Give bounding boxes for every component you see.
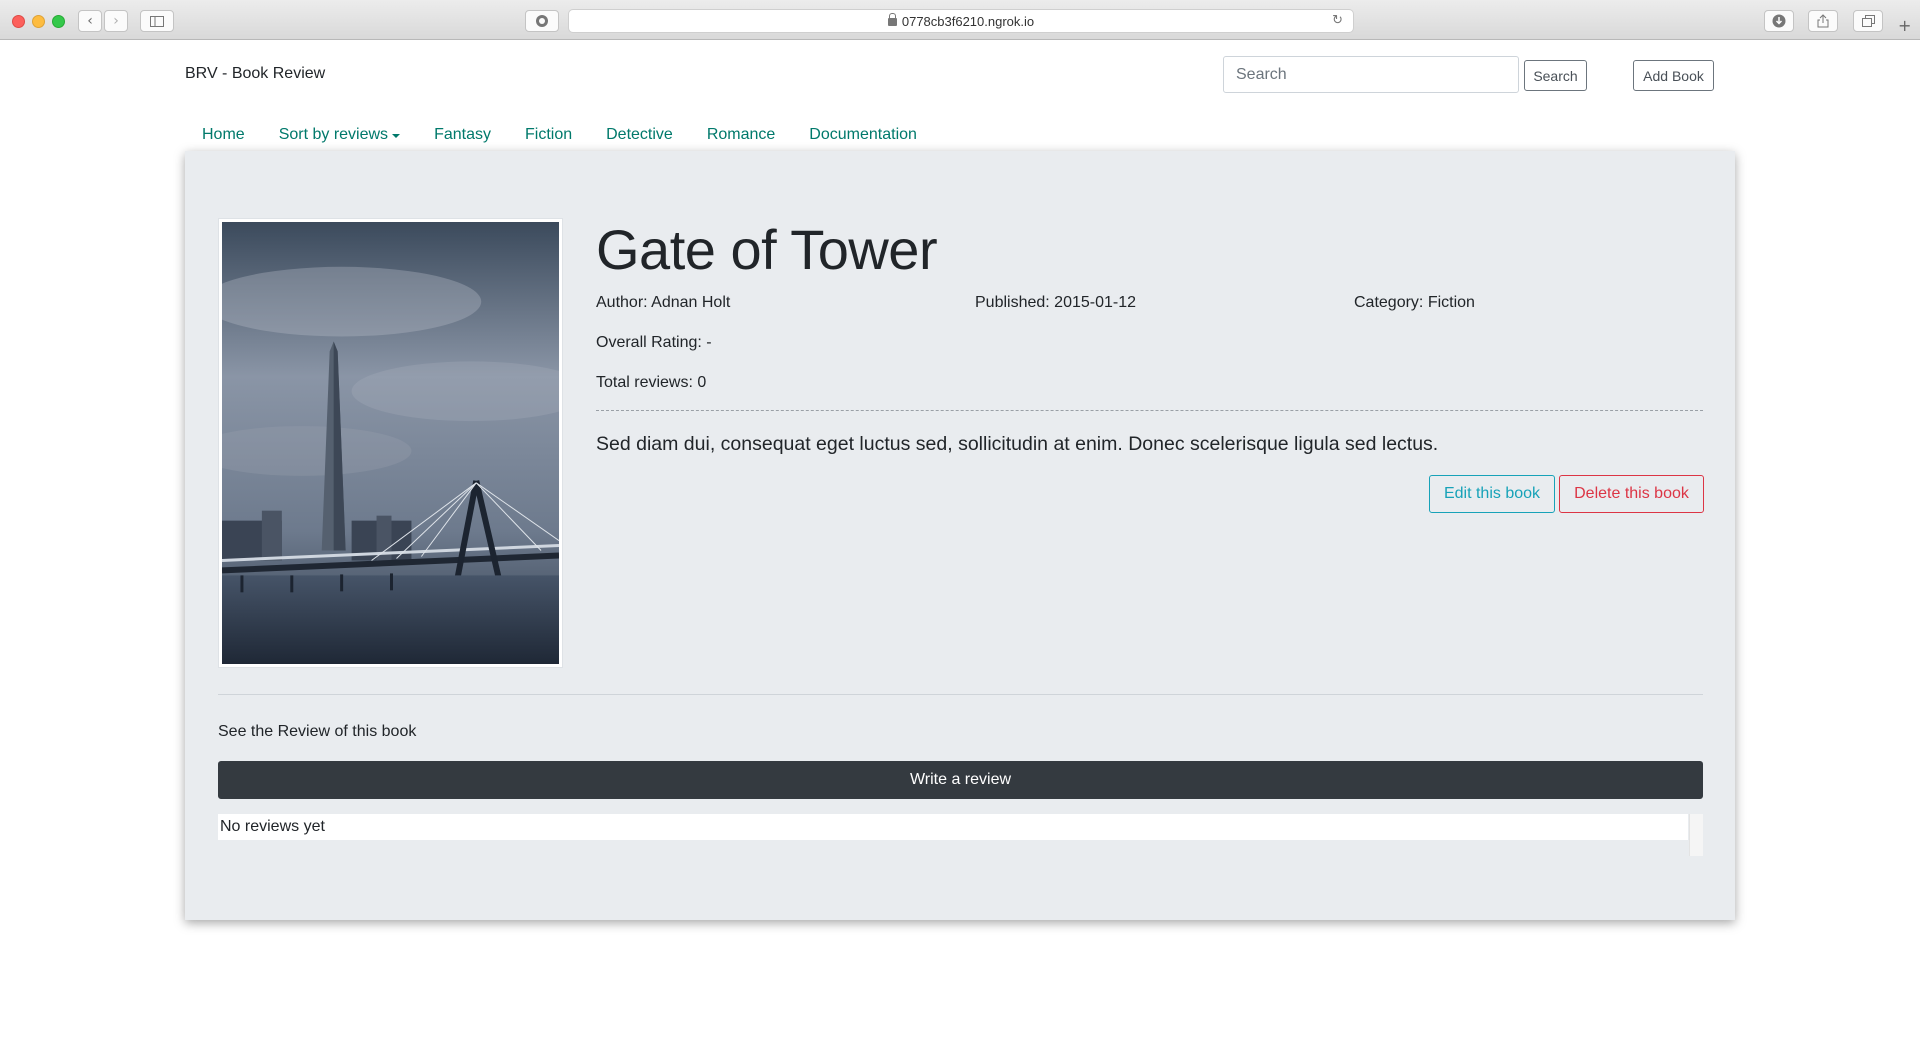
- tabs-icon[interactable]: [1853, 10, 1883, 32]
- address-bar[interactable]: 0778cb3f6210.ngrok.io ↻: [568, 9, 1354, 33]
- minimize-window-icon[interactable]: [32, 15, 45, 28]
- reviews-list: No reviews yet: [218, 814, 1688, 840]
- share-icon[interactable]: [1808, 10, 1838, 32]
- book-category: Category: Fiction: [1354, 294, 1475, 311]
- book-detail-card: Gate of Tower Author: Adnan Holt Publish…: [185, 151, 1735, 920]
- search-input[interactable]: [1223, 56, 1519, 93]
- book-cover-image: [218, 218, 563, 668]
- divider: [596, 410, 1703, 411]
- book-author: Author: Adnan Holt: [596, 294, 731, 311]
- reviews-scrollbar[interactable]: [1689, 814, 1703, 856]
- download-icon[interactable]: [1764, 10, 1794, 32]
- book-title: Gate of Tower: [596, 218, 938, 281]
- caret-down-icon: [392, 134, 401, 138]
- nav-fantasy[interactable]: Fantasy: [417, 120, 508, 150]
- section-divider: [218, 694, 1703, 695]
- nav-home[interactable]: Home: [185, 120, 262, 150]
- back-icon[interactable]: ‹: [78, 10, 102, 32]
- nav-fiction[interactable]: Fiction: [508, 120, 589, 150]
- lock-icon: [887, 13, 897, 26]
- browser-toolbar: ‹ › 0778cb3f6210.ngrok.io ↻ +: [0, 0, 1920, 40]
- nav-sort-label: Sort by reviews: [278, 126, 389, 143]
- book-description: Sed diam dui, consequat eget luctus sed,…: [596, 433, 1439, 455]
- delete-book-button[interactable]: Delete this book: [1559, 475, 1704, 513]
- nav-detective[interactable]: Detective: [589, 120, 690, 150]
- reviews-heading: See the Review of this book: [218, 723, 417, 740]
- nav-sort-by-reviews-dropdown[interactable]: Sort by reviews: [262, 120, 417, 150]
- brand-title[interactable]: BRV - Book Review: [185, 65, 325, 83]
- write-review-button[interactable]: Write a review: [218, 761, 1703, 799]
- close-window-icon[interactable]: [12, 15, 25, 28]
- edit-book-button[interactable]: Edit this book: [1429, 475, 1555, 513]
- search-button[interactable]: Search: [1524, 60, 1587, 91]
- no-reviews-text: No reviews yet: [220, 818, 325, 835]
- sidebar-icon[interactable]: [140, 10, 174, 32]
- city-bridge-photo: [222, 222, 559, 664]
- forward-icon[interactable]: ›: [104, 10, 128, 32]
- url-text: 0778cb3f6210.ngrok.io: [901, 13, 1035, 29]
- book-published: Published: 2015-01-12: [975, 294, 1137, 311]
- add-book-button[interactable]: Add Book: [1633, 60, 1714, 91]
- nav-romance[interactable]: Romance: [690, 120, 792, 150]
- new-tab-icon[interactable]: +: [1898, 16, 1911, 35]
- reader-icon[interactable]: [525, 10, 559, 32]
- nav-documentation[interactable]: Documentation: [792, 120, 934, 150]
- overall-rating: Overall Rating: -: [596, 334, 712, 351]
- total-reviews: Total reviews: 0: [596, 374, 707, 391]
- zoom-window-icon[interactable]: [52, 15, 65, 28]
- category-nav: Home Sort by reviews Fantasy Fiction Det…: [185, 120, 934, 150]
- reload-icon[interactable]: ↻: [1332, 13, 1343, 28]
